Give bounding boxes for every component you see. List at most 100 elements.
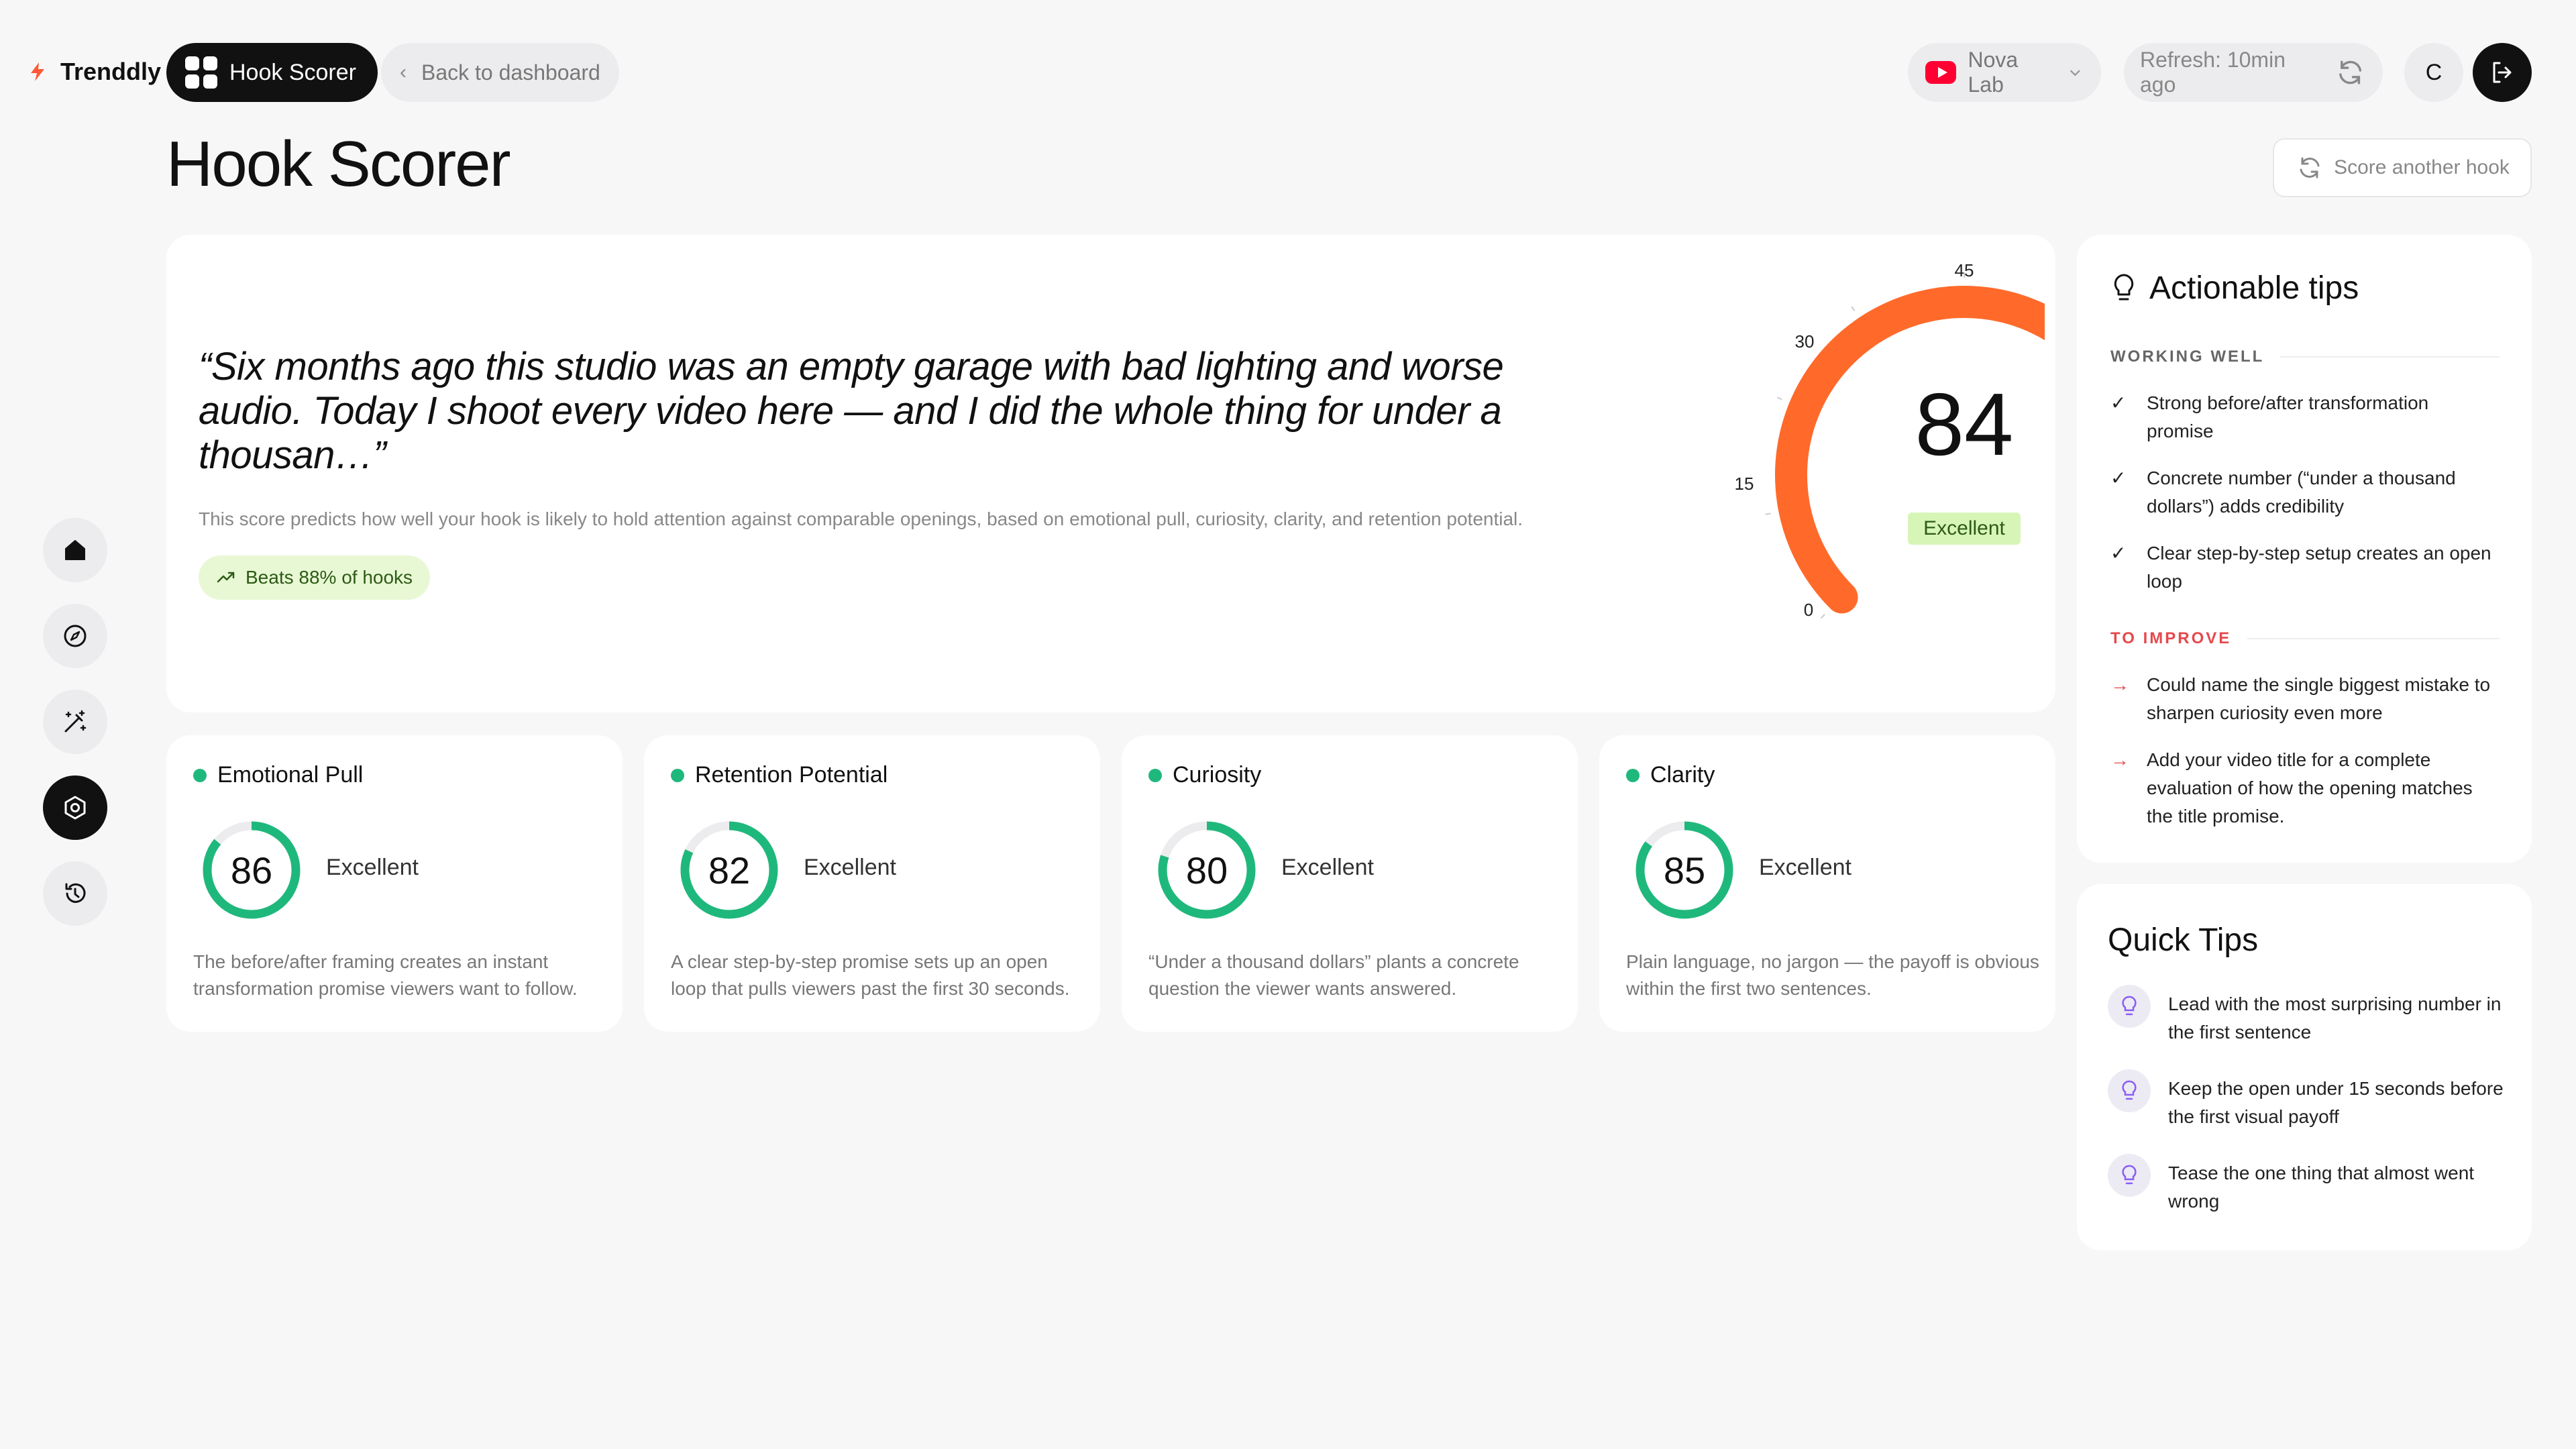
quick-tip-text: Keep the open under 15 seconds before th… <box>2168 1078 2504 1127</box>
to-improve-text: TO IMPROVE <box>2110 629 2232 647</box>
metric-card: Curiosity 80 Excellent “Under a thousand… <box>1122 735 1578 1032</box>
metric-name: Clarity <box>1650 762 1715 788</box>
gauge-tick-mark <box>1776 396 1782 400</box>
channel-name: Nova Lab <box>1968 48 2019 97</box>
quick-tip-text: Tease the one thing that almost went wro… <box>2168 1163 2475 1212</box>
sidebar-explore-button[interactable] <box>43 604 107 668</box>
quick-tips-panel: Quick Tips Lead with the most surprising… <box>2077 884 2532 1250</box>
refresh-icon <box>2300 157 2320 178</box>
tip-text: Could name the single biggest mistake to… <box>2147 674 2491 723</box>
metric-description: A clear step-by-step promise sets up an … <box>671 951 1070 999</box>
sidebar-hook-scorer-button[interactable] <box>43 775 107 840</box>
chevron-left-icon: ‹ <box>400 61 407 83</box>
to-improve-item: → Add your video title for a complete ev… <box>2110 746 2500 830</box>
metric-description: The before/after framing creates an inst… <box>193 951 578 999</box>
status-dot <box>193 768 207 782</box>
active-tool-label: Hook Scorer <box>229 59 356 85</box>
working-well-item: ✓ Clear step-by-step setup creates an op… <box>2110 539 2500 596</box>
quick-tip-item: Tease the one thing that almost went wro… <box>2108 1154 2510 1216</box>
metric-score: 86 <box>230 849 273 892</box>
gauge-tick-label: 45 <box>1955 260 1974 280</box>
quick-tips-title: Quick Tips <box>2108 922 2259 958</box>
lightbulb-icon <box>2108 1069 2151 1112</box>
arrow-right-icon: → <box>2110 674 2129 695</box>
gauge-tick-label: 0 <box>1804 600 1813 620</box>
user-avatar[interactable]: C <box>2404 43 2463 102</box>
metric-score: 85 <box>1663 849 1706 892</box>
metric-rating: Excellent <box>804 855 896 880</box>
lightbulb-icon <box>2108 985 2151 1028</box>
hook-quote: “Six months ago this studio was an empty… <box>199 345 1504 477</box>
lightning-icon <box>31 62 44 81</box>
quick-tip-item: Keep the open under 15 seconds before th… <box>2108 1069 2510 1131</box>
metric-header: Retention Potential <box>671 762 888 788</box>
refresh-icon <box>2339 60 2361 85</box>
metric-rating: Excellent <box>326 855 419 880</box>
check-icon: ✓ <box>2110 468 2127 488</box>
tip-text: Clear step-by-step setup creates an open… <box>2147 543 2491 592</box>
to-improve-label: TO IMPROVE <box>2110 629 2500 648</box>
metric-card: Retention Potential 82 Excellent A clear… <box>644 735 1100 1032</box>
metric-header: Emotional Pull <box>193 762 363 788</box>
status-dot <box>1626 768 1640 782</box>
metric-score: 82 <box>708 849 751 892</box>
compass-icon <box>64 625 87 647</box>
metric-rating: Excellent <box>1281 855 1374 880</box>
actionable-tips-panel: Actionable tips WORKING WELL ✓ Strong be… <box>2077 235 2532 863</box>
score-description: This score predicts how well your hook i… <box>199 508 1523 529</box>
check-icon: ✓ <box>2110 392 2127 413</box>
channel-selector[interactable]: Nova Lab <box>1908 43 2101 102</box>
metric-card: Clarity 85 Excellent Plain language, no … <box>1599 735 2055 1032</box>
lightbulb-icon <box>2108 1154 2151 1197</box>
metric-name: Emotional Pull <box>217 762 364 788</box>
back-label: Back to dashboard <box>421 60 600 85</box>
to-improve-item: → Could name the single biggest mistake … <box>2110 671 2500 727</box>
percentile-badge: Beats 88% of hooks <box>199 555 431 600</box>
tip-text: Add your video title for a complete eval… <box>2147 749 2473 826</box>
trending-up-icon <box>217 572 235 583</box>
status-dot <box>671 768 684 782</box>
tips-title: Actionable tips <box>2110 270 2359 307</box>
home-icon <box>65 540 85 560</box>
refresh-label: Refresh: 10min ago <box>2140 48 2286 97</box>
working-well-text: WORKING WELL <box>2110 347 2265 366</box>
score-another-hook-button[interactable]: Score another hook <box>2273 138 2532 197</box>
gauge-score-value: 84 <box>1915 375 2014 474</box>
history-icon <box>65 883 86 903</box>
gauge-tick-mark <box>1765 513 1771 515</box>
magic-wand-icon <box>64 710 87 733</box>
gauge-tick-label: 15 <box>1735 474 1754 494</box>
youtube-icon <box>1925 61 1956 84</box>
tips-title-label: Actionable tips <box>2149 270 2359 306</box>
score-gauge: 01530456085100 84 Excellent <box>1735 260 2045 620</box>
quick-tip-text: Lead with the most surprising number in … <box>2168 994 2502 1042</box>
sidebar-generate-button[interactable] <box>43 690 107 754</box>
metric-header: Clarity <box>1626 762 1715 788</box>
grid-icon <box>185 56 217 89</box>
tip-text: Strong before/after transformation promi… <box>2147 392 2429 441</box>
metric-rating: Excellent <box>1759 855 1851 880</box>
hook-score-card: “Six months ago this studio was an empty… <box>166 235 2055 712</box>
page-title: Hook Scorer <box>166 128 511 200</box>
logout-button[interactable] <box>2473 43 2532 102</box>
sidebar-history-button[interactable] <box>43 861 107 926</box>
chevron-down-icon <box>2070 70 2081 76</box>
sidebar-home-button[interactable] <box>43 518 107 582</box>
app-name: Trenddly <box>60 58 162 85</box>
arrow-right-icon: → <box>2110 749 2129 770</box>
metric-name: Retention Potential <box>695 762 888 788</box>
quick-tip-item: Lead with the most surprising number in … <box>2108 985 2510 1046</box>
check-icon: ✓ <box>2110 543 2127 564</box>
working-well-label: WORKING WELL <box>2110 347 2500 366</box>
refresh-button[interactable]: Refresh: 10min ago <box>2124 43 2383 102</box>
logout-icon <box>2493 62 2512 83</box>
status-dot <box>1148 768 1162 782</box>
metric-score: 80 <box>1185 849 1228 892</box>
percentile-label: Beats 88% of hooks <box>246 567 413 588</box>
app-logo[interactable]: Trenddly <box>27 58 161 86</box>
back-to-dashboard-button[interactable]: ‹ Back to dashboard <box>381 43 619 102</box>
active-tool-pill[interactable]: Hook Scorer <box>166 43 378 102</box>
working-well-item: ✓ Concrete number (“under a thousand dol… <box>2110 464 2500 521</box>
metric-description: “Under a thousand dollars” plants a conc… <box>1148 951 1519 999</box>
metric-card: Emotional Pull 86 Excellent The before/a… <box>166 735 623 1032</box>
